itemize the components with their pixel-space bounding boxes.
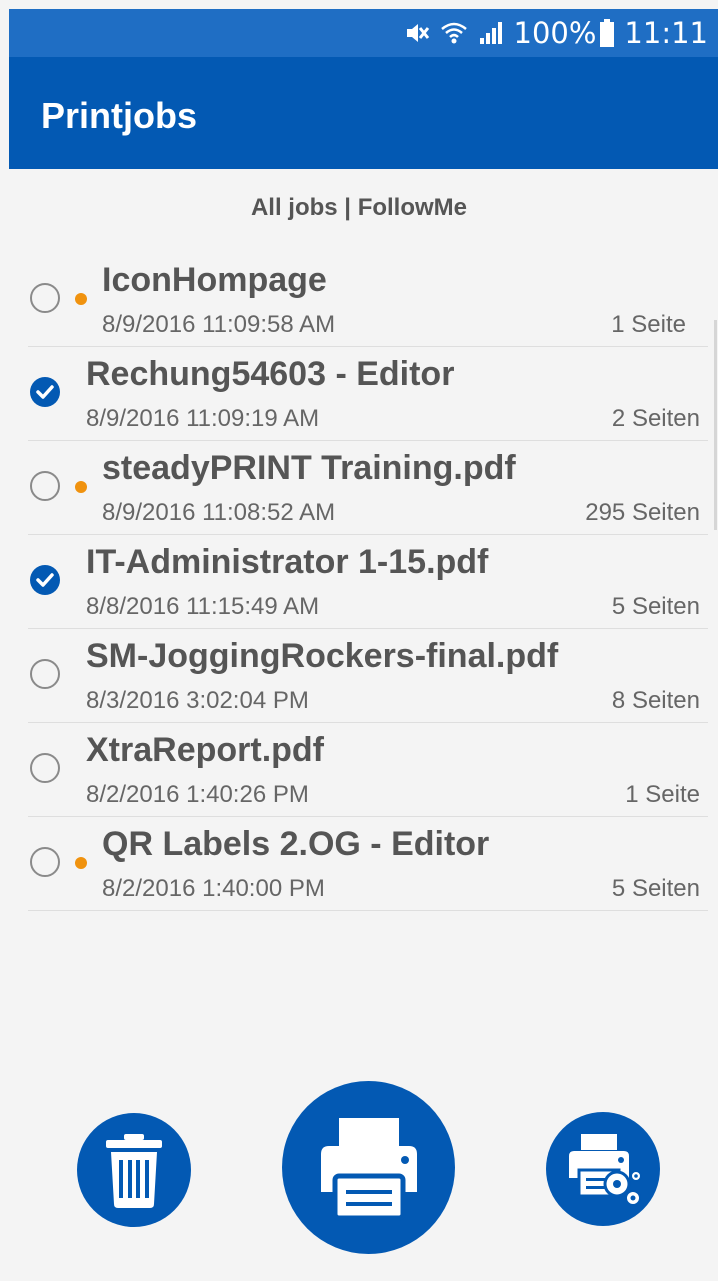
list-item[interactable]: steadyPRINT Training.pdf 8/9/2016 11:08:… [28, 441, 708, 535]
checkmark-icon [36, 385, 54, 399]
job-date: 8/9/2016 11:09:19 AM [86, 405, 320, 432]
checkbox[interactable] [30, 377, 60, 407]
job-date: 8/9/2016 11:08:52 AM [102, 499, 336, 526]
job-date: 8/9/2016 11:09:58 AM [102, 311, 336, 338]
checkbox[interactable] [30, 847, 60, 877]
signal-icon [478, 20, 504, 46]
trash-icon [106, 1134, 162, 1208]
job-name: Rechung54603 - Editor [86, 355, 455, 393]
wifi-icon [440, 20, 468, 46]
printer-settings-icon [569, 1134, 642, 1206]
job-name: XtraReport.pdf [86, 731, 324, 769]
job-pages: 295 Seiten [585, 499, 700, 526]
clock: 11:11 [624, 16, 708, 50]
job-list: IconHompage 8/9/2016 11:09:58 AM 1 Seite… [28, 253, 708, 911]
printer-icon [320, 1117, 417, 1220]
job-pages: 1 Seite [625, 781, 700, 808]
battery-percent: 100% [513, 16, 597, 50]
job-name: SM-JoggingRockers-final.pdf [86, 637, 559, 675]
battery-icon [600, 19, 615, 47]
job-pages: 5 Seiten [611, 875, 700, 902]
checkbox[interactable] [30, 283, 60, 313]
list-item[interactable]: QR Labels 2.OG - Editor 8/2/2016 1:40:00… [28, 817, 708, 911]
job-date: 8/3/2016 3:02:04 PM [86, 687, 309, 714]
list-item[interactable]: SM-JoggingRockers-final.pdf 8/3/2016 3:0… [28, 629, 708, 723]
checkbox[interactable] [30, 753, 60, 783]
job-date: 8/2/2016 1:40:00 PM [102, 875, 325, 902]
job-name: IconHompage [102, 261, 327, 299]
list-item[interactable]: XtraReport.pdf 8/2/2016 1:40:26 PM 1 Sei… [28, 723, 708, 817]
delete-button[interactable] [77, 1113, 191, 1227]
checkbox[interactable] [30, 659, 60, 689]
pending-dot-icon [75, 481, 87, 493]
app-bar: Printjobs [9, 57, 718, 169]
pending-dot-icon [75, 857, 87, 869]
mute-icon [404, 20, 430, 46]
job-pages: 8 Seiten [611, 687, 700, 714]
checkbox[interactable] [30, 471, 60, 501]
page-title: Printjobs [41, 95, 198, 136]
list-item[interactable]: Rechung54603 - Editor 8/9/2016 11:09:19 … [28, 347, 708, 441]
scrollbar[interactable] [714, 320, 717, 530]
job-filter-toggle[interactable]: All jobs | FollowMe [0, 194, 718, 222]
job-pages: 2 Seiten [611, 405, 700, 432]
checkmark-icon [36, 573, 54, 587]
printer-settings-button[interactable] [546, 1112, 660, 1226]
job-date: 8/2/2016 1:40:26 PM [86, 781, 309, 808]
list-item[interactable]: IT-Administrator 1-15.pdf 8/8/2016 11:15… [28, 535, 708, 629]
job-date: 8/8/2016 11:15:49 AM [86, 593, 320, 620]
status-bar: 100% 11:11 [9, 9, 718, 57]
print-button[interactable] [282, 1081, 455, 1254]
checkbox[interactable] [30, 565, 60, 595]
list-item[interactable]: IconHompage 8/9/2016 11:09:58 AM 1 Seite [28, 253, 708, 347]
pending-dot-icon [75, 293, 87, 305]
job-name: QR Labels 2.OG - Editor [102, 825, 490, 863]
job-name: IT-Administrator 1-15.pdf [86, 543, 489, 581]
job-name: steadyPRINT Training.pdf [102, 449, 516, 487]
job-pages: 5 Seiten [611, 593, 700, 620]
job-pages: 1 Seite [611, 311, 686, 338]
